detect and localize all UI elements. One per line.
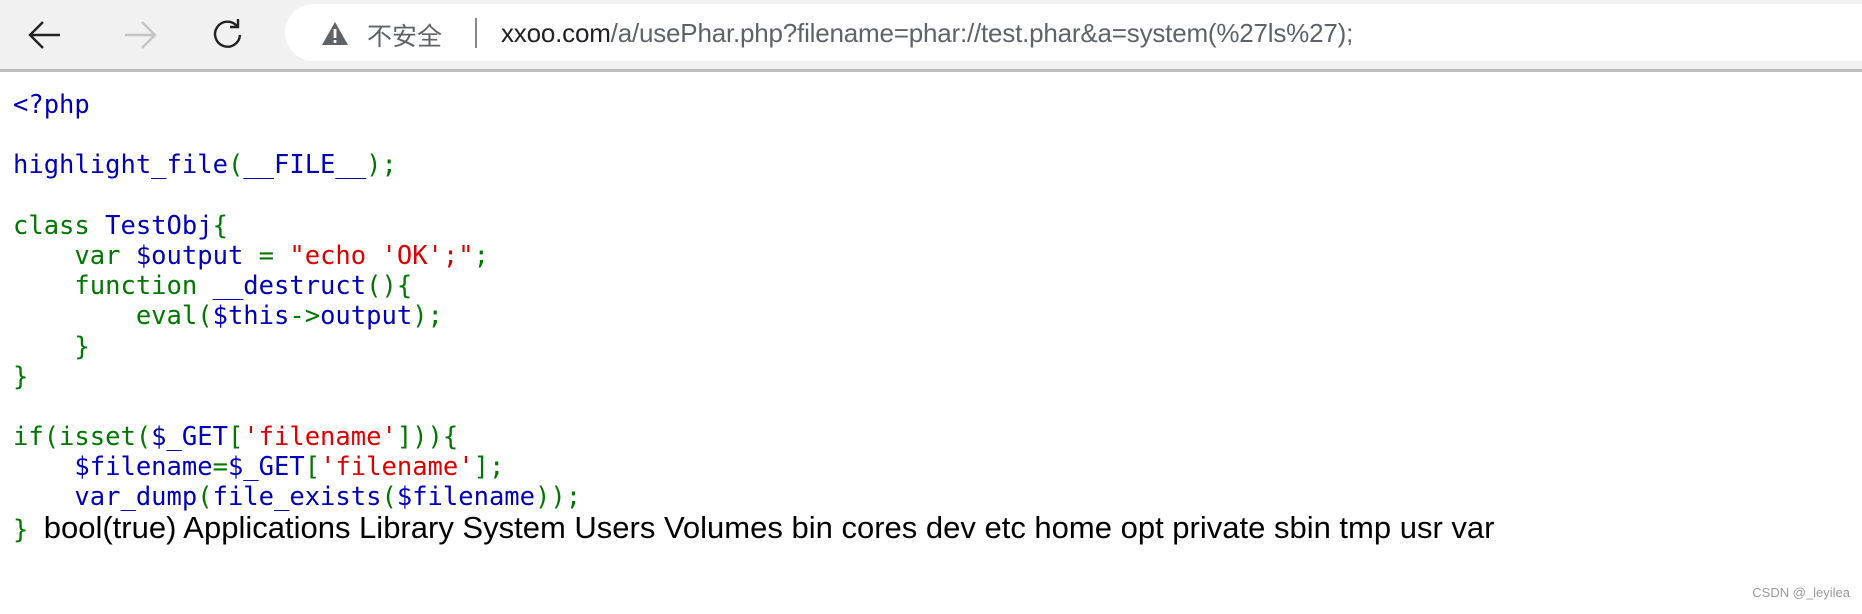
code-line: } bool(true) Applications Library System… <box>13 509 1495 545</box>
code-keyword: ( <box>197 482 213 513</box>
code-line: if(isset($_GET['filename'])){ <box>13 422 1494 452</box>
code-keyword: function <box>13 271 213 302</box>
code-keyword: ); <box>366 150 397 181</box>
code-string: "echo 'OK';" <box>289 240 474 271</box>
url-host: xxoo.com <box>501 18 611 48</box>
code-identifier: $_GET <box>151 422 228 453</box>
code-identifier: __FILE__ <box>243 150 367 181</box>
code-keyword: } <box>13 331 90 362</box>
code-keyword: ; <box>473 240 489 271</box>
code-keyword: -> <box>289 301 321 332</box>
command-output: bool(true) Applications Library System U… <box>43 509 1495 545</box>
code-keyword: class <box>13 210 106 241</box>
code-keyword: eval( <box>13 301 213 332</box>
code-line: $filename=$_GET['filename']; <box>13 452 1494 482</box>
code-keyword: var <box>13 240 136 271</box>
code-keyword: [ <box>227 422 244 453</box>
code-keyword: ( <box>381 482 397 513</box>
code-line: eval($this->output); <box>13 301 1494 331</box>
code-identifier: $filename <box>13 452 213 483</box>
url-text[interactable]: xxoo.com/a/usePhar.php?filename=phar://t… <box>501 18 1353 49</box>
code-identifier: $filename <box>396 482 536 513</box>
code-keyword: if(isset( <box>13 422 152 453</box>
code-line: function __destruct(){ <box>13 271 1494 301</box>
reload-icon <box>213 19 242 48</box>
arrow-left-icon <box>28 21 60 49</box>
address-bar[interactable]: 不安全 xxoo.com/a/usePhar.php?filename=phar… <box>285 4 1862 61</box>
code-identifier: $_GET <box>227 452 305 483</box>
code-line: var $output = "echo 'OK';"; <box>13 241 1494 271</box>
code-keyword: ])){ <box>396 422 459 453</box>
code-keyword: (){ <box>366 271 413 302</box>
code-keyword: ( <box>227 150 244 181</box>
code-keyword: { <box>212 210 228 241</box>
code-string: 'filename' <box>243 422 397 453</box>
code-identifier: highlight_file <box>13 150 228 181</box>
highlighted-source-code: <?php highlight_file(__FILE__); class Test… <box>13 90 1495 545</box>
forward-button[interactable] <box>117 12 163 58</box>
code-keyword: ]; <box>473 452 505 483</box>
code-line: } <box>13 332 1494 362</box>
url-path: /a/usePhar.php?filename=phar://test.phar… <box>610 18 1354 48</box>
code-keyword: = <box>212 452 228 483</box>
warning-triangle-icon <box>322 22 348 45</box>
arrow-right-icon <box>125 21 157 49</box>
code-line: } <box>13 362 1494 392</box>
code-keyword: [ <box>304 452 321 483</box>
watermark: CSDN @_leyilea <box>1752 585 1850 600</box>
code-identifier: TestObj <box>105 210 213 241</box>
code-keyword: = <box>258 240 290 271</box>
code-keyword: )); <box>535 482 582 513</box>
security-status-label[interactable]: 不安全 <box>367 17 442 53</box>
code-identifier: <?php <box>13 90 90 120</box>
code-line: highlight_file(__FILE__); <box>13 150 1494 180</box>
code-identifier: file_exists <box>212 482 382 513</box>
code-line: <?php <box>13 90 1494 120</box>
divider <box>475 18 477 48</box>
code-identifier: $this <box>212 301 290 332</box>
back-button[interactable] <box>22 12 68 58</box>
code-identifier: output <box>320 301 413 332</box>
code-keyword: } <box>13 361 29 392</box>
code-string: 'filename' <box>320 452 474 483</box>
reload-button[interactable] <box>205 12 251 58</box>
code-keyword: } <box>13 514 29 545</box>
code-line: var_dump(file_exists($filename)); <box>13 482 1494 512</box>
code-keyword: ); <box>412 301 443 332</box>
code-identifier: __destruct <box>212 271 367 302</box>
code-identifier: $output <box>135 240 259 271</box>
browser-toolbar: 不安全 xxoo.com/a/usePhar.php?filename=phar… <box>0 0 1862 72</box>
code-line: class TestObj{ <box>13 211 1494 241</box>
code-identifier: var_dump <box>13 482 198 513</box>
